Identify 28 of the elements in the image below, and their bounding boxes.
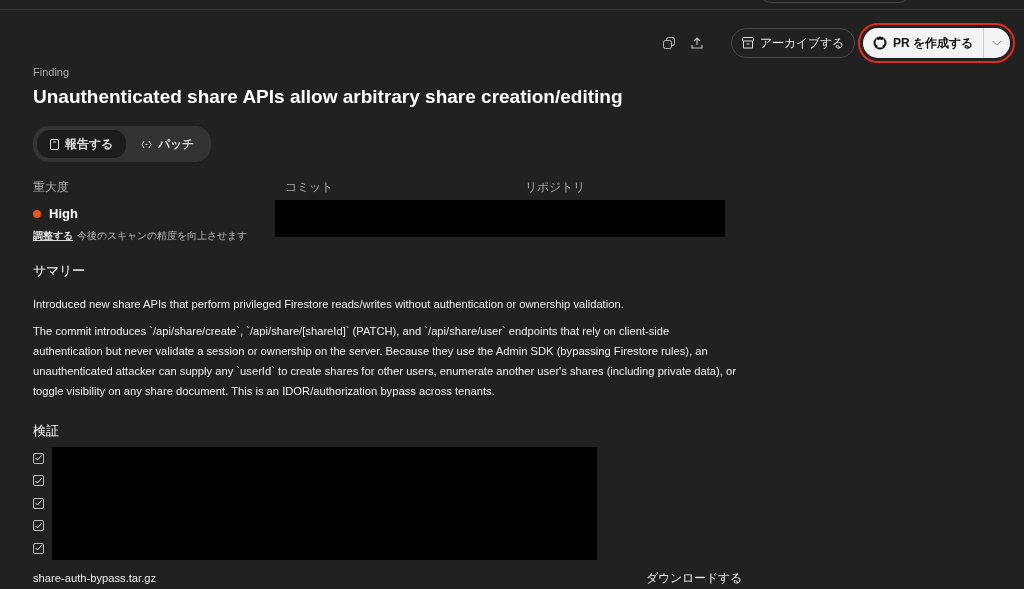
checkbox[interactable] — [33, 475, 44, 487]
code-icon — [141, 139, 152, 149]
checkbox[interactable] — [33, 453, 44, 464]
severity-value: High — [49, 205, 78, 224]
paragraph: The commit introduces `/api/share/create`, `/api/share/[shareId]` (PATCH), and `/api/share/user` endpoints that rely on client-side authentication but never validate a session or ownership on the server. Because they use the Admin SDK (bypassing Firestore rules), an unauthenticated attacker can supply any `userId` to create shares for other users, enumerate another user's shares (including private data), or toggle visibility on any share document. This is an IDOR/authorization bypass across tenants. — [33, 324, 737, 400]
page-title: Unauthenticated share APIs allow arbitrary share creation/editing — [33, 85, 624, 109]
checkbox[interactable] — [33, 498, 44, 509]
archive-icon — [742, 37, 754, 49]
create-pr-button[interactable]: PR を作成する — [863, 28, 983, 58]
upload-icon — [691, 37, 703, 49]
eyebrow-label: Finding — [33, 65, 71, 80]
document-icon — [50, 138, 59, 150]
section-heading: 検証 — [33, 423, 60, 439]
hint-text: 今後のスキャンの精度を向上させます — [77, 228, 247, 243]
field-label: コミット — [284, 179, 334, 197]
tab[interactable]: 報告する — [37, 130, 126, 159]
paragraph: Introduced new share APIs that perform privileged Firestore reads/writes without authentication or ownership validation. — [33, 297, 625, 313]
download-link[interactable]: ダウンロードする — [646, 568, 742, 588]
adjust-link[interactable]: 調整する — [33, 227, 73, 243]
file-name: share-auth-bypass.tar.gz — [33, 571, 157, 586]
checkbox[interactable] — [33, 543, 44, 554]
tab[interactable]: パッチ — [128, 130, 207, 159]
checkbox[interactable] — [33, 520, 44, 532]
section-heading: サマリー — [33, 262, 86, 279]
field-label: リポジトリ — [525, 179, 585, 197]
copy-icon — [663, 37, 675, 49]
caret-icon — [992, 40, 1002, 46]
field-label: 重大度 — [33, 179, 70, 197]
